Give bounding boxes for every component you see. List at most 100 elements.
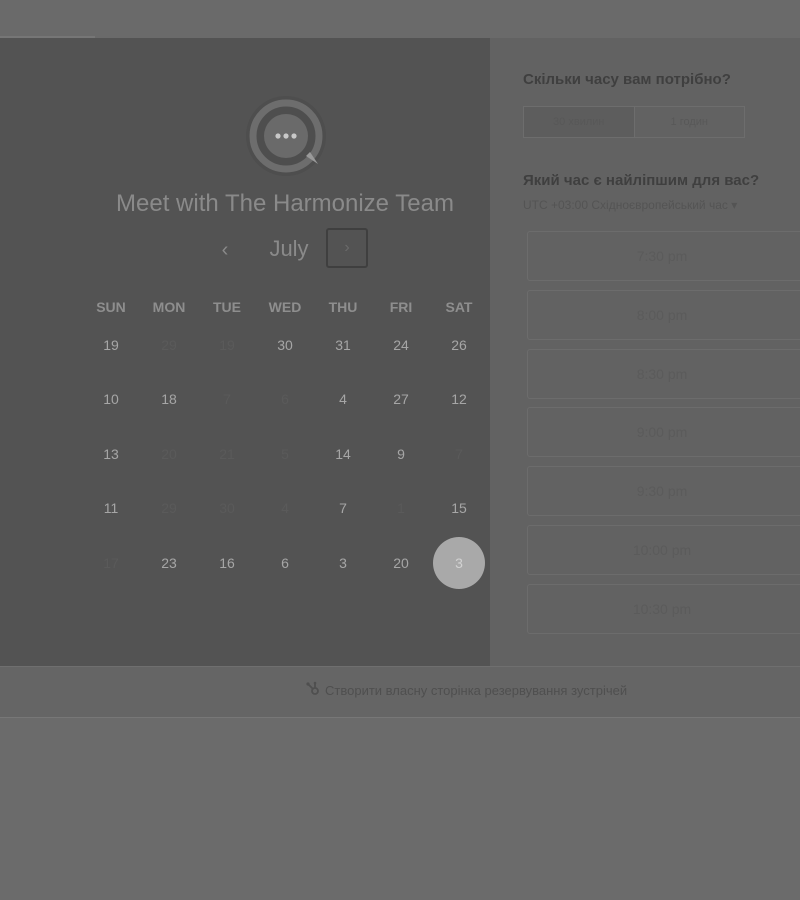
calendar-day: 29 bbox=[140, 317, 198, 372]
calendar-day[interactable]: 12 bbox=[430, 372, 488, 427]
calendar-day-number: 19 bbox=[103, 336, 119, 353]
weekday-label: THU bbox=[328, 299, 358, 315]
time-slot-button[interactable]: 7:30 pm bbox=[527, 231, 800, 281]
booking-panel: Скільки часу вам потрібно? 30 хвилин 1 г… bbox=[490, 38, 800, 666]
calendar-day-number: 7 bbox=[223, 391, 231, 407]
calendar-day-number: 5 bbox=[281, 445, 289, 462]
timezone-select[interactable]: UTC +03:00 Східноєвропейський час ▾ bbox=[523, 198, 737, 212]
month-navigation: ‹ July › bbox=[205, 228, 375, 272]
calendar-day: 7 bbox=[430, 426, 488, 481]
calendar-day-number: 21 bbox=[219, 445, 235, 462]
footer-bar: Створити власну сторінка резервування зу… bbox=[0, 666, 800, 718]
calendar-day-number: 7 bbox=[455, 445, 463, 462]
calendar-day[interactable]: 14 bbox=[314, 426, 372, 481]
calendar-day[interactable]: 9 bbox=[372, 426, 430, 481]
chevron-right-icon: › bbox=[344, 239, 350, 256]
calendar-day[interactable]: 20 bbox=[372, 535, 430, 590]
calendar-day[interactable]: 11 bbox=[82, 481, 140, 536]
calendar-day-number: 9 bbox=[397, 445, 405, 462]
calendar-day-number: 16 bbox=[219, 554, 235, 571]
duration-option-1h[interactable]: 1 годин bbox=[635, 107, 745, 137]
calendar-day[interactable]: 6 bbox=[256, 535, 314, 590]
time-slot-button[interactable]: 8:30 pm bbox=[527, 348, 800, 399]
chevron-left-icon: ‹ bbox=[221, 238, 229, 261]
duration-heading: Скільки часу вам потрібно? bbox=[523, 71, 731, 88]
calendar-day-number: 6 bbox=[281, 391, 289, 407]
calendar-day-number: 30 bbox=[277, 336, 293, 353]
calendar-day: 5 bbox=[256, 426, 314, 481]
calendar-day-number: 4 bbox=[339, 391, 347, 407]
calendar-day[interactable]: 27 bbox=[372, 372, 430, 427]
calendar-day-number: 26 bbox=[451, 336, 467, 353]
weekday-header: SUN MON TUE WED THU FRI SAT bbox=[82, 299, 487, 315]
calendar-day[interactable]: 31 bbox=[314, 317, 372, 372]
calendar-day-number: 20 bbox=[161, 445, 177, 462]
time-slot-button[interactable]: 9:30 pm bbox=[527, 466, 800, 517]
calendar-panel: Meet with The Harmonize Team ‹ July › SU… bbox=[0, 38, 490, 666]
calendar-day: 4 bbox=[256, 481, 314, 536]
calendar-day[interactable]: 23 bbox=[140, 535, 198, 590]
calendar-day-number: 17 bbox=[103, 554, 119, 571]
calendar-day-number: 14 bbox=[335, 445, 351, 462]
weekday-label: WED bbox=[268, 299, 302, 315]
calendar-day[interactable]: 10 bbox=[82, 372, 140, 427]
calendar-day: 19 bbox=[198, 317, 256, 372]
calendar-day: 6 bbox=[256, 372, 314, 427]
calendar-day[interactable]: 24 bbox=[372, 317, 430, 372]
time-slot-button[interactable]: 8:00 pm bbox=[527, 289, 800, 340]
calendar-day: 21 bbox=[198, 426, 256, 481]
calendar-day-number: 12 bbox=[451, 391, 467, 407]
calendar-day[interactable]: 7 bbox=[314, 481, 372, 536]
time-heading: Який час є найліпшим для вас? bbox=[523, 172, 760, 189]
calendar-day-number: 15 bbox=[451, 500, 467, 516]
calendar-day: 30 bbox=[198, 481, 256, 536]
duration-option-30min[interactable]: 30 хвилин bbox=[524, 107, 635, 137]
calendar-day: 29 bbox=[140, 481, 198, 536]
prev-month-button[interactable]: ‹ bbox=[213, 236, 237, 264]
calendar-day-number: 10 bbox=[103, 391, 119, 407]
calendar-day-number: 18 bbox=[161, 391, 177, 407]
calendar-day: 7 bbox=[198, 372, 256, 427]
calendar-day-number: 29 bbox=[161, 500, 177, 516]
calendar-day[interactable]: 13 bbox=[82, 426, 140, 481]
calendar-day[interactable]: 4 bbox=[314, 372, 372, 427]
calendar-day-number: 7 bbox=[339, 500, 347, 516]
calendar-day-number: 24 bbox=[393, 336, 409, 353]
calendar-day[interactable]: 19 bbox=[82, 317, 140, 372]
calendar-day[interactable]: 18 bbox=[140, 372, 198, 427]
calendar-day-selected[interactable]: 3 bbox=[430, 535, 488, 590]
top-bar bbox=[0, 0, 800, 39]
weekday-label: SAT bbox=[445, 299, 473, 315]
calendar-day-number: 13 bbox=[103, 445, 119, 462]
calendar-day[interactable]: 16 bbox=[198, 535, 256, 590]
duration-selector: 30 хвилин 1 годин bbox=[523, 106, 745, 138]
calendar-day-number: 23 bbox=[161, 554, 177, 571]
calendar-day-number: 31 bbox=[335, 336, 351, 353]
chat-logo-icon bbox=[244, 94, 328, 178]
time-slot-button[interactable]: 9:00 pm bbox=[527, 407, 800, 458]
calendar-day-number: 11 bbox=[103, 500, 119, 516]
calendar-day-number: 1 bbox=[397, 500, 405, 516]
weekday-label: FRI bbox=[389, 299, 413, 315]
calendar-day[interactable]: 15 bbox=[430, 481, 488, 536]
calendar-day[interactable]: 30 bbox=[256, 317, 314, 372]
calendar-day: 17 bbox=[82, 535, 140, 590]
timezone-label: UTC +03:00 Східноєвропейський час bbox=[523, 198, 728, 212]
footer-link-label: Створити власну сторінка резервування зу… bbox=[325, 683, 628, 698]
calendar-day-number: 3 bbox=[339, 554, 347, 571]
calendar-day[interactable]: 3 bbox=[314, 535, 372, 590]
calendar-day-number: 19 bbox=[219, 336, 235, 353]
calendar-day-number: 20 bbox=[393, 554, 409, 571]
calendar-day: 1 bbox=[372, 481, 430, 536]
calendar-day-number: 29 bbox=[161, 336, 177, 353]
weekday-label: MON bbox=[152, 299, 186, 315]
calendar-day-number: 4 bbox=[281, 500, 289, 516]
time-slot-button[interactable]: 10:30 pm bbox=[527, 583, 800, 634]
create-booking-page-link[interactable]: Створити власну сторінка резервування зу… bbox=[305, 681, 627, 700]
calendar-day[interactable]: 26 bbox=[430, 317, 488, 372]
next-month-button[interactable]: › bbox=[326, 228, 368, 268]
chevron-down-icon: ▾ bbox=[731, 198, 738, 212]
time-slot-button[interactable]: 10:00 pm bbox=[527, 525, 800, 575]
hubspot-sprocket-icon bbox=[305, 681, 321, 700]
calendar-day-number: 30 bbox=[219, 500, 235, 516]
